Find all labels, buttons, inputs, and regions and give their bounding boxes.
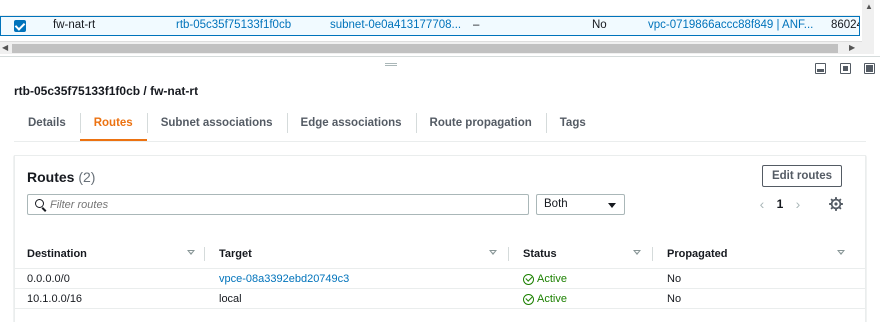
panel-full-icon[interactable] [864, 63, 875, 74]
table-row-selected[interactable]: fw-nat-rt rtb-05c35f75133f1f0cb subnet-0… [0, 16, 860, 36]
route-propagated: No [667, 293, 682, 305]
column-header-destination[interactable]: Destination [27, 248, 87, 260]
panel-bottom-icon[interactable] [815, 63, 826, 74]
panel-bottom-fill [817, 69, 824, 72]
column-header-target[interactable]: Target [219, 248, 252, 260]
tab-route-propagation[interactable]: Route propagation [415, 104, 546, 142]
route-propagated: No [667, 273, 682, 285]
table-row[interactable]: 10.1.0.0/16 local Active No [15, 289, 865, 309]
route-type-select[interactable]: Both [536, 194, 625, 215]
current-page-number[interactable]: 1 [769, 197, 791, 211]
row-vpc-link[interactable]: vpc-0719866accc88f849 | ANF... [648, 19, 813, 31]
panel-full-fill [866, 65, 873, 72]
row-edge: – [473, 19, 480, 31]
routes-container: Routes (2) Edit routes Both ‹ 1 › Destin… [14, 155, 866, 322]
row-name: fw-nat-rt [53, 19, 96, 31]
next-page-icon[interactable]: › [791, 196, 805, 212]
horizontal-scrollbar[interactable]: ◀ ▶ [0, 41, 862, 54]
row-owner: 86024 [831, 19, 860, 31]
row-subnet-link[interactable]: subnet-0e0a413177708... [330, 19, 461, 31]
pagination: ‹ 1 › [755, 196, 805, 212]
scroll-right-icon[interactable]: ▶ [849, 43, 855, 52]
scrollbar-thumb[interactable] [12, 44, 838, 53]
scroll-up-icon[interactable]: ▲ [865, 2, 873, 11]
edit-routes-button[interactable]: Edit routes [762, 165, 842, 187]
split-panel-divider [0, 56, 880, 57]
route-status-text: Active [537, 273, 567, 285]
route-destination: 0.0.0.0/0 [27, 273, 70, 285]
route-status: Active [523, 273, 567, 285]
tab-baseline [14, 141, 866, 142]
row-main: No [592, 19, 607, 31]
tab-edge-associations[interactable]: Edge associations [286, 104, 416, 142]
panel-title: rtb-05c35f75133f1f0cb / fw-nat-rt [14, 84, 199, 98]
gear-icon[interactable] [829, 197, 843, 211]
tab-list: Details Routes Subnet associations Edge … [14, 104, 600, 142]
routes-count: (2) [78, 169, 96, 185]
panel-side-icon[interactable] [840, 63, 851, 74]
routes-table-header: Destination Target Status Propagated [15, 239, 865, 269]
sort-icon[interactable] [837, 250, 845, 255]
column-divider[interactable] [508, 247, 509, 261]
table-header-strip [0, 0, 860, 16]
row-route-table-id-link[interactable]: rtb-05c35f75133f1f0cb [176, 19, 291, 31]
vertical-scrollbar[interactable]: ▲ [862, 0, 874, 54]
status-success-icon [523, 273, 534, 285]
row-checkbox[interactable] [14, 20, 26, 32]
route-status: Active [523, 293, 567, 305]
status-success-icon [523, 293, 534, 305]
column-header-status[interactable]: Status [523, 248, 557, 260]
filter-routes-field[interactable] [27, 194, 529, 215]
sort-icon[interactable] [633, 250, 641, 255]
column-divider[interactable] [204, 247, 205, 261]
sort-icon[interactable] [187, 250, 195, 255]
table-row[interactable]: 0.0.0.0/0 vpce-08a3392ebd20749c3 Active … [15, 269, 865, 289]
scroll-left-icon[interactable]: ◀ [2, 43, 8, 52]
tab-details[interactable]: Details [14, 104, 80, 142]
route-destination: 10.1.0.0/16 [27, 293, 83, 305]
panel-side-fill [843, 66, 848, 71]
route-status-text: Active [537, 293, 567, 305]
column-header-propagated[interactable]: Propagated [667, 248, 728, 260]
route-target: local [219, 293, 242, 305]
route-type-select-value: Both [544, 198, 568, 210]
sort-icon[interactable] [489, 250, 497, 255]
search-icon [35, 199, 44, 208]
column-divider[interactable] [652, 247, 653, 261]
routes-heading: Routes (2) [27, 169, 95, 185]
routes-heading-text: Routes [27, 169, 75, 185]
tab-routes[interactable]: Routes [79, 104, 147, 142]
route-target-link[interactable]: vpce-08a3392ebd20749c3 [219, 273, 349, 285]
tab-subnet-associations[interactable]: Subnet associations [146, 104, 287, 142]
caret-down-icon [608, 203, 616, 208]
resize-handle-icon[interactable] [385, 63, 397, 66]
tab-tags[interactable]: Tags [545, 104, 600, 142]
previous-page-icon[interactable]: ‹ [755, 196, 769, 212]
filter-routes-input[interactable] [50, 197, 520, 212]
